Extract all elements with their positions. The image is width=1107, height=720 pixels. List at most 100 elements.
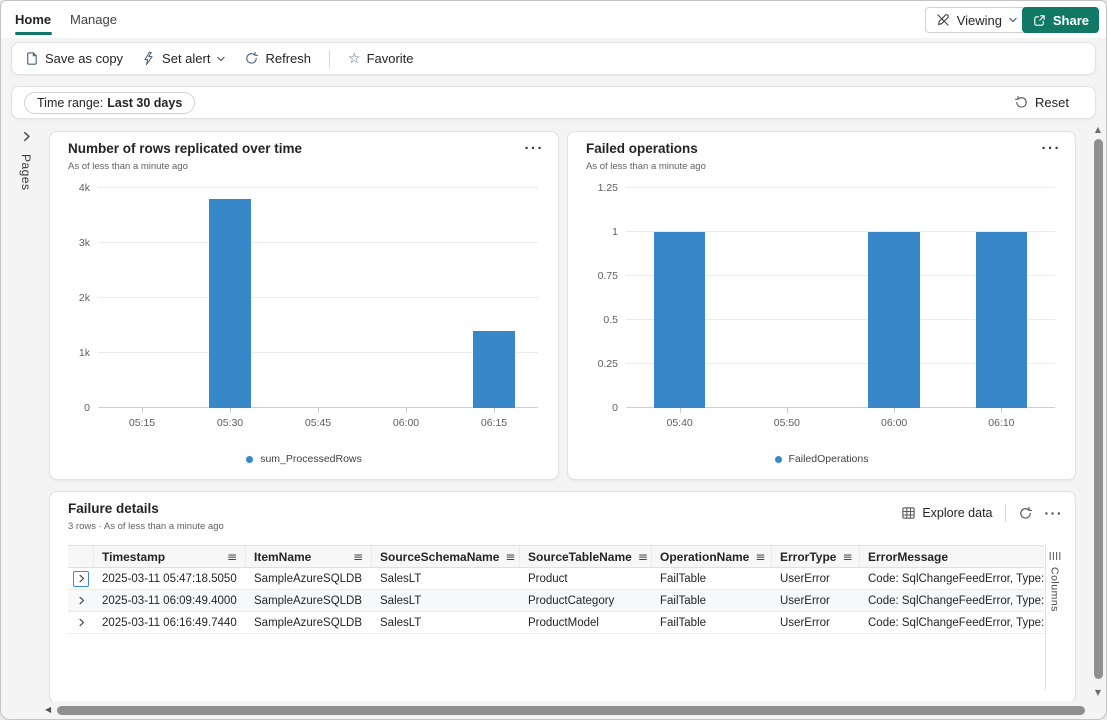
tab-manage[interactable]: Manage: [70, 1, 117, 38]
table-cell: Code: SqlChangeFeedError, Type:: [868, 594, 1044, 607]
horizontal-scrollbar-thumb[interactable]: [57, 705, 1085, 715]
column-menu-icon[interactable]: ≡: [755, 550, 765, 564]
table-more-options-button[interactable]: ···: [1045, 505, 1064, 521]
y-tick-label: 1.25: [597, 182, 618, 194]
scroll-up-arrow-icon[interactable]: ▲: [1090, 125, 1106, 134]
columns-panel[interactable]: Columns: [1045, 545, 1063, 690]
filter-bar: Time range: Last 30 days Reset: [11, 86, 1096, 119]
column-menu-icon[interactable]: ≡: [505, 550, 515, 564]
column-header-errormessage[interactable]: ErrorMessage: [860, 546, 1044, 567]
pages-panel[interactable]: Pages: [11, 123, 41, 697]
column-menu-icon[interactable]: ≡: [638, 550, 648, 564]
column-header-sourcetablename[interactable]: SourceTableName ≡: [520, 546, 652, 567]
y-tick-label: 1: [612, 226, 618, 238]
refresh-button[interactable]: Refresh: [244, 51, 311, 66]
controls-divider: [1004, 504, 1006, 522]
lightning-bolt-icon: [141, 51, 156, 66]
row-expand-cell: [68, 590, 94, 611]
active-tab-underline: [15, 32, 52, 35]
more-icon: ···: [524, 140, 544, 157]
vertical-scrollbar[interactable]: ▲ ▼: [1090, 123, 1106, 699]
gridline: [98, 187, 538, 188]
column-header-itemname[interactable]: ItemName ≡: [246, 546, 372, 567]
gridline: [98, 242, 538, 243]
table-body: 2025-03-11 05:47:18.5050 SampleAzureSQLDB…: [68, 568, 1044, 634]
table-row[interactable]: 2025-03-11 06:09:49.4000 SampleAzureSQLDB…: [68, 590, 1044, 612]
x-tick: [494, 408, 495, 413]
table-cell: UserError: [780, 616, 830, 629]
bar-06:10[interactable]: [975, 232, 1028, 408]
viewing-label: Viewing: [956, 12, 1002, 28]
save-as-copy-button[interactable]: Save as copy: [24, 51, 123, 66]
chart-title: Failed operations: [586, 141, 698, 156]
table-header-row: Timestamp ≡ ItemName ≡ SourceSchemaName ≡ Sour…: [68, 545, 1044, 568]
table-row[interactable]: 2025-03-11 05:47:18.5050 SampleAzureSQLDB…: [68, 568, 1044, 590]
chart-card-failed-operations: Failed operations As of less than a minu…: [567, 131, 1076, 480]
table-cell: UserError: [780, 594, 830, 607]
column-menu-icon[interactable]: ≡: [842, 550, 852, 564]
table-refresh-icon[interactable]: [1018, 506, 1033, 521]
set-alert-button[interactable]: Set alert: [141, 51, 226, 66]
time-range-label: Time range:: [37, 95, 104, 110]
scroll-down-arrow-icon[interactable]: ▼: [1090, 688, 1106, 697]
failure-details-table: Timestamp ≡ ItemName ≡ SourceSchemaName ≡ Sour…: [68, 545, 1044, 634]
more-options-button[interactable]: ···: [521, 136, 549, 161]
plot-area: 0 1k 2k 3k 4k 05:15 05:30 05:45 06:00 06:15: [79, 182, 538, 429]
chart-subtitle: As of less than a minute ago: [586, 161, 706, 172]
viewing-mode-button[interactable]: Viewing: [924, 7, 1028, 33]
vertical-scrollbar-thumb[interactable]: [1093, 139, 1103, 679]
copy-document-icon: [24, 51, 39, 66]
explore-data-label: Explore data: [922, 506, 993, 520]
column-menu-icon[interactable]: ≡: [353, 550, 363, 564]
table-cell: SampleAzureSQLDB: [254, 616, 363, 629]
column-header-sourceschemaname[interactable]: SourceSchemaName ≡: [372, 546, 520, 567]
y-tick-label: 0.5: [603, 314, 618, 326]
x-tick-label: 06:00: [880, 417, 908, 429]
row-expand-button[interactable]: [73, 615, 89, 631]
table-cell: SampleAzureSQLDB: [254, 572, 363, 585]
x-tick-label: 05:45: [304, 417, 332, 429]
table-subtitle: 3 rows · As of less than a minute ago: [68, 521, 224, 532]
column-menu-icon[interactable]: ≡: [227, 550, 237, 564]
explore-data-button[interactable]: Explore data: [901, 506, 993, 520]
toolbar: Save as copy Set alert Refresh ☆ Favorit…: [11, 42, 1096, 75]
column-header-label: ErrorMessage: [868, 549, 949, 564]
column-header-expand: [68, 546, 94, 567]
plot-area: 0 0.25 0.5 0.75 1 1.25 05:40 05:50 06:00 06:10: [598, 182, 1055, 429]
favorite-button[interactable]: ☆ Favorite: [348, 51, 414, 66]
column-header-label: OperationName: [660, 549, 750, 564]
table-row[interactable]: 2025-03-11 06:16:49.7440 SampleAzureSQLDB…: [68, 612, 1044, 634]
scroll-left-arrow-icon[interactable]: ◀: [45, 705, 51, 714]
legend-label: sum_ProcessedRows: [260, 453, 362, 465]
share-button[interactable]: Share: [1021, 7, 1099, 33]
more-options-button[interactable]: ···: [1038, 136, 1066, 161]
column-header-operationname[interactable]: OperationName ≡: [652, 546, 772, 567]
x-tick: [230, 408, 231, 413]
bar-06:15[interactable]: [472, 331, 516, 408]
horizontal-scrollbar[interactable]: ◀: [1, 701, 1106, 719]
reset-label: Reset: [1035, 95, 1069, 110]
table-cell: SalesLT: [380, 572, 422, 585]
x-tick-label: 06:10: [988, 417, 1015, 429]
expand-pages-chevron-icon[interactable]: [21, 131, 32, 142]
bar-06:00[interactable]: [868, 232, 920, 408]
x-tick: [318, 408, 319, 413]
table-cell: Product: [528, 572, 568, 585]
reset-button[interactable]: Reset: [1014, 95, 1069, 110]
x-tick: [142, 408, 143, 413]
row-expand-button[interactable]: [73, 593, 89, 609]
column-header-errortype[interactable]: ErrorType ≡: [772, 546, 860, 567]
time-range-filter[interactable]: Time range: Last 30 days: [24, 91, 196, 114]
table-cell: 2025-03-11 05:47:18.5050: [102, 572, 237, 585]
pencil-slash-icon: [935, 12, 951, 28]
bar-05:30[interactable]: [208, 199, 252, 408]
x-tick: [679, 408, 681, 413]
save-as-copy-label: Save as copy: [45, 51, 124, 66]
bar-05:40[interactable]: [653, 232, 706, 408]
gridline: [98, 297, 538, 298]
table-cell: Code: SqlChangeFeedError, Type:: [868, 616, 1044, 629]
set-alert-label: Set alert: [162, 51, 211, 66]
column-header-timestamp[interactable]: Timestamp ≡: [94, 546, 246, 567]
row-expand-button[interactable]: [73, 570, 89, 587]
table-cell: 2025-03-11 06:09:49.4000: [102, 594, 237, 607]
